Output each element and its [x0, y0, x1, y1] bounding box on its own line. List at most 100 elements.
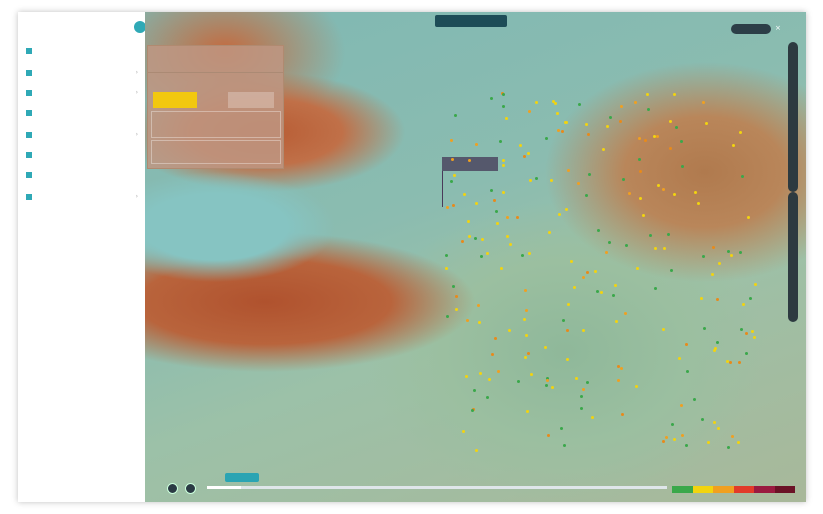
station-marker[interactable]	[611, 293, 615, 297]
station-marker[interactable]	[495, 210, 498, 214]
station-marker[interactable]	[726, 446, 730, 450]
station-marker[interactable]	[637, 136, 641, 140]
station-marker[interactable]	[555, 112, 559, 116]
station-marker[interactable]	[738, 250, 742, 254]
station-marker[interactable]	[566, 358, 570, 362]
station-marker[interactable]	[556, 128, 560, 132]
station-marker[interactable]	[737, 361, 741, 365]
station-marker[interactable]	[467, 235, 471, 239]
station-marker[interactable]	[546, 433, 550, 437]
station-marker[interactable]	[558, 212, 562, 216]
station-marker[interactable]	[577, 103, 581, 107]
station-marker[interactable]	[497, 370, 501, 374]
station-marker[interactable]	[621, 177, 625, 181]
station-marker[interactable]	[452, 285, 456, 289]
station-marker[interactable]	[517, 379, 521, 383]
station-marker[interactable]	[495, 221, 499, 225]
station-marker[interactable]	[505, 117, 509, 121]
station-marker[interactable]	[663, 246, 667, 250]
station-marker[interactable]	[696, 201, 700, 205]
station-marker[interactable]	[507, 328, 511, 332]
map-canvas[interactable]: ×	[145, 12, 806, 502]
station-marker[interactable]	[445, 267, 449, 271]
station-marker[interactable]	[570, 260, 574, 264]
station-marker[interactable]	[581, 275, 585, 279]
station-marker[interactable]	[475, 448, 479, 452]
station-marker[interactable]	[490, 352, 494, 356]
station-marker[interactable]	[644, 139, 648, 143]
station-marker[interactable]	[452, 173, 456, 177]
sidebar-item-0[interactable]	[26, 48, 138, 54]
station-marker[interactable]	[534, 100, 538, 104]
station-marker[interactable]	[477, 304, 481, 308]
station-marker[interactable]	[449, 180, 453, 184]
station-marker[interactable]	[675, 126, 679, 130]
station-marker[interactable]	[618, 120, 622, 124]
station-marker[interactable]	[527, 251, 531, 255]
station-marker[interactable]	[648, 234, 652, 238]
station-marker[interactable]	[544, 345, 548, 349]
station-marker[interactable]	[627, 192, 631, 196]
station-marker[interactable]	[526, 410, 530, 414]
station-marker[interactable]	[597, 228, 601, 232]
station-marker[interactable]	[473, 389, 477, 393]
station-marker[interactable]	[701, 100, 705, 104]
location-marker[interactable]	[442, 171, 443, 207]
station-marker[interactable]	[480, 255, 484, 259]
station-marker[interactable]	[740, 174, 744, 178]
close-icon[interactable]: ×	[775, 24, 781, 32]
sidebar-item-5[interactable]	[26, 152, 138, 158]
station-marker[interactable]	[739, 130, 743, 134]
station-marker[interactable]	[579, 406, 583, 410]
station-marker[interactable]	[585, 123, 589, 126]
station-marker[interactable]	[582, 328, 586, 332]
sidebar-item-4[interactable]: ›	[26, 131, 138, 138]
station-marker[interactable]	[736, 440, 740, 444]
station-marker[interactable]	[616, 365, 620, 369]
station-marker[interactable]	[579, 394, 583, 398]
station-marker[interactable]	[502, 159, 506, 162]
station-marker[interactable]	[680, 433, 684, 437]
station-marker[interactable]	[740, 327, 744, 331]
station-marker[interactable]	[680, 140, 684, 144]
station-marker[interactable]	[480, 237, 484, 241]
station-marker[interactable]	[745, 351, 749, 355]
station-marker[interactable]	[445, 254, 448, 258]
station-marker[interactable]	[715, 341, 719, 345]
station-marker[interactable]	[692, 398, 696, 402]
station-marker[interactable]	[685, 343, 689, 347]
station-marker[interactable]	[529, 178, 533, 182]
station-marker[interactable]	[502, 164, 506, 168]
station-marker[interactable]	[661, 327, 665, 331]
station-marker[interactable]	[747, 216, 751, 219]
station-marker[interactable]	[680, 164, 684, 168]
station-marker[interactable]	[606, 125, 610, 129]
station-marker[interactable]	[489, 189, 493, 193]
layer-toggle[interactable]	[731, 24, 771, 34]
timeline-track[interactable]	[207, 486, 667, 489]
station-marker[interactable]	[562, 443, 566, 447]
station-marker[interactable]	[547, 231, 551, 235]
station-marker[interactable]	[527, 110, 531, 114]
station-marker[interactable]	[474, 142, 478, 146]
layer-toolbar[interactable]	[788, 192, 798, 322]
station-marker[interactable]	[544, 136, 548, 140]
station-marker[interactable]	[565, 328, 569, 332]
station-marker[interactable]	[594, 270, 597, 274]
station-marker[interactable]	[575, 376, 579, 380]
station-marker[interactable]	[730, 435, 734, 439]
station-marker[interactable]	[523, 318, 527, 322]
station-marker[interactable]	[731, 144, 735, 148]
map-toolbar[interactable]	[788, 42, 798, 192]
station-marker[interactable]	[464, 374, 468, 378]
sidebar-item-3[interactable]	[26, 110, 138, 116]
sidebar-item-1[interactable]: ›	[26, 69, 138, 76]
station-marker[interactable]	[505, 235, 509, 239]
station-marker[interactable]	[685, 369, 689, 373]
station-marker[interactable]	[560, 129, 564, 133]
station-marker[interactable]	[573, 286, 577, 290]
station-marker[interactable]	[684, 444, 688, 448]
station-marker[interactable]	[553, 102, 557, 106]
station-marker[interactable]	[462, 192, 466, 196]
station-marker[interactable]	[705, 122, 709, 126]
